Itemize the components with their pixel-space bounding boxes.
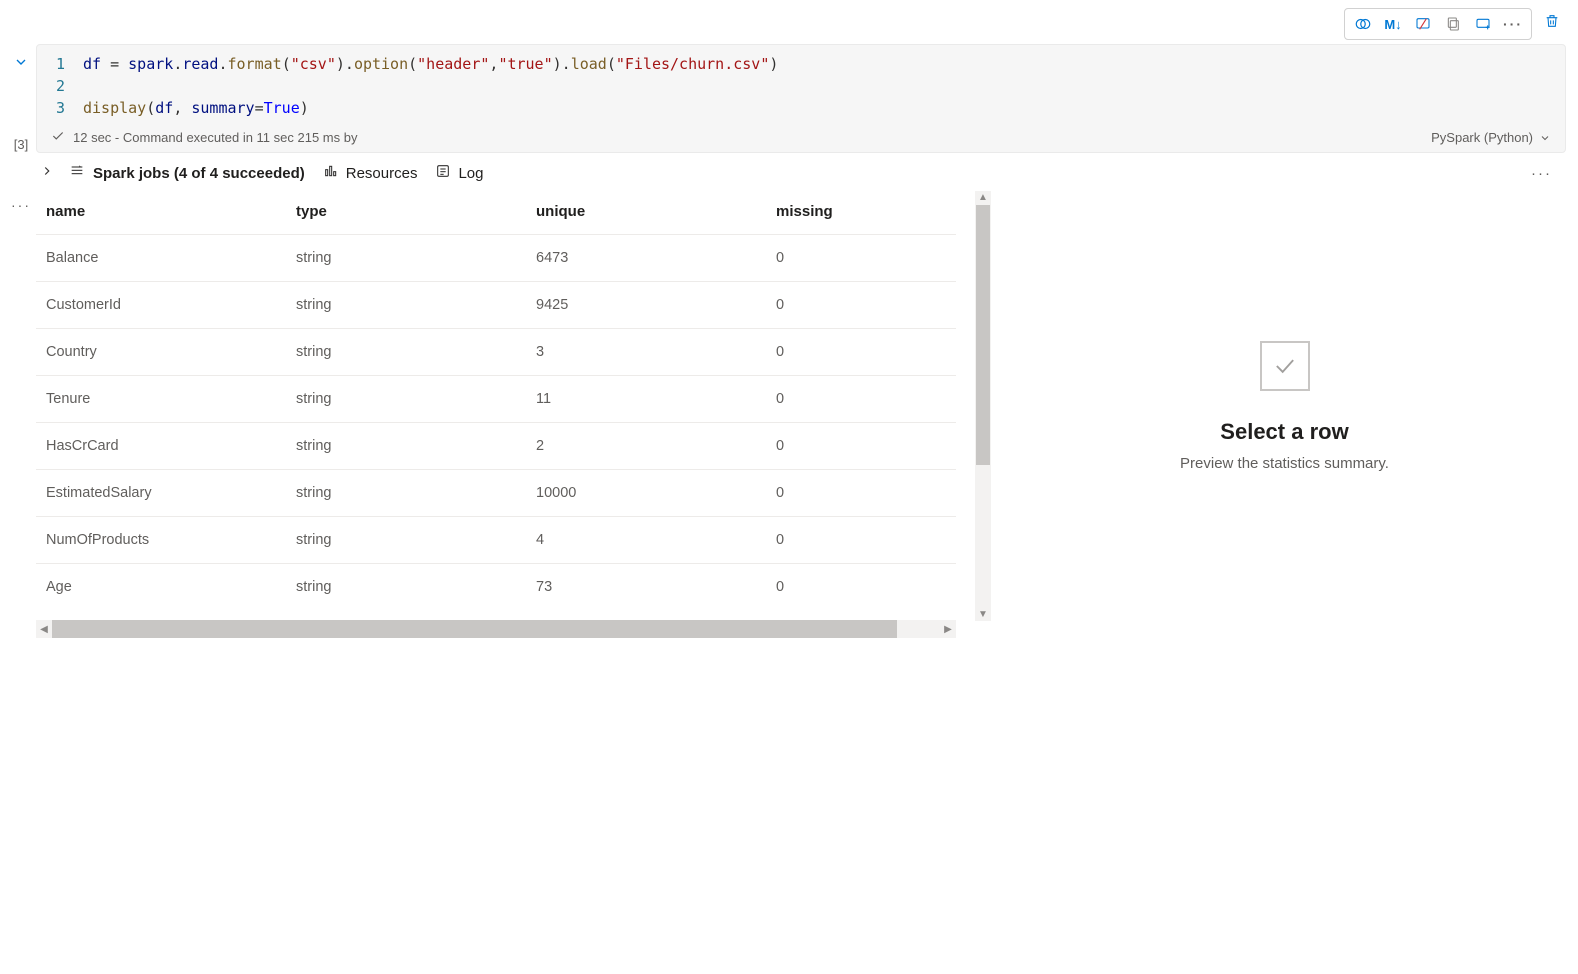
resources-icon: [323, 163, 339, 183]
preview-title: Select a row: [1220, 419, 1348, 445]
cell-unique: 2: [526, 423, 766, 470]
preview-placeholder-icon: [1260, 341, 1310, 391]
preview-subtitle: Preview the statistics summary.: [1180, 455, 1389, 472]
spark-jobs-tab[interactable]: Spark jobs (4 of 4 succeeded): [68, 163, 305, 183]
output-tabs-row: Spark jobs (4 of 4 succeeded) Resources …: [0, 153, 1578, 191]
log-icon: [435, 163, 451, 183]
table-row[interactable]: NumOfProductsstring40: [36, 517, 956, 564]
more-actions-button[interactable]: ···: [1499, 11, 1527, 37]
cell-type: string: [286, 235, 526, 282]
cell-name: Balance: [36, 235, 286, 282]
table-row[interactable]: EstimatedSalarystring100000: [36, 470, 956, 517]
cell-type: string: [286, 282, 526, 329]
clear-output-button[interactable]: [1409, 11, 1437, 37]
spark-jobs-icon: [68, 163, 86, 183]
output-body: ··· name type unique missing Balancestri…: [0, 191, 1578, 638]
cell-type: string: [286, 376, 526, 423]
resources-tab[interactable]: Resources: [323, 163, 418, 183]
cell-name: EstimatedSalary: [36, 470, 286, 517]
copy-cell-button[interactable]: [1439, 11, 1467, 37]
execution-status-text: 12 sec - Command executed in 11 sec 215 …: [73, 130, 357, 145]
table-row[interactable]: Countrystring30: [36, 329, 956, 376]
header-type[interactable]: type: [286, 191, 526, 235]
cell-toolbar: M↓ ···: [0, 0, 1578, 40]
cell-missing: 0: [766, 564, 956, 611]
vscroll-thumb[interactable]: [976, 205, 990, 465]
output-side-menu[interactable]: ···: [6, 191, 36, 638]
cell-unique: 3: [526, 329, 766, 376]
code-editor[interactable]: 1df = spark.read.format("csv").option("h…: [36, 44, 1566, 153]
table-row[interactable]: Tenurestring110: [36, 376, 956, 423]
cell-missing: 0: [766, 423, 956, 470]
table-row[interactable]: CustomerIdstring94250: [36, 282, 956, 329]
kernel-selector[interactable]: PySpark (Python): [1431, 130, 1551, 145]
vertical-scrollbar[interactable]: ▲ ▼: [975, 191, 991, 621]
code-cell: [3] 1df = spark.read.format("csv").optio…: [0, 40, 1578, 153]
cell-missing: 0: [766, 282, 956, 329]
output-more-button[interactable]: ···: [1531, 165, 1552, 182]
scroll-right-arrow[interactable]: ▶: [940, 624, 956, 635]
execution-count: [3]: [14, 137, 28, 152]
kernel-label: PySpark (Python): [1431, 130, 1533, 145]
cell-missing: 0: [766, 235, 956, 282]
delete-cell-button[interactable]: [1538, 8, 1566, 34]
spark-jobs-label: Spark jobs: [93, 165, 174, 182]
scroll-up-arrow[interactable]: ▲: [978, 191, 988, 204]
spark-jobs-count: (4 of 4 succeeded): [174, 165, 305, 182]
cell-unique: 10000: [526, 470, 766, 517]
hscroll-thumb[interactable]: [52, 620, 897, 638]
resources-label: Resources: [346, 165, 418, 182]
cell-unique: 9425: [526, 282, 766, 329]
cell-missing: 0: [766, 376, 956, 423]
cell-name: Tenure: [36, 376, 286, 423]
expand-output-button[interactable]: [40, 164, 54, 182]
cell-type: string: [286, 423, 526, 470]
table-row[interactable]: Balancestring64730: [36, 235, 956, 282]
add-cell-below-button[interactable]: [1469, 11, 1497, 37]
collapse-cell-button[interactable]: [13, 54, 29, 73]
preview-panel: Select a row Preview the statistics summ…: [991, 191, 1578, 638]
table-row[interactable]: HasCrCardstring20: [36, 423, 956, 470]
log-tab[interactable]: Log: [435, 163, 483, 183]
cell-unique: 11: [526, 376, 766, 423]
convert-markdown-button[interactable]: M↓: [1379, 11, 1407, 37]
cell-missing: 0: [766, 517, 956, 564]
log-label: Log: [458, 165, 483, 182]
table-row[interactable]: Agestring730: [36, 564, 956, 611]
cell-unique: 6473: [526, 235, 766, 282]
cell-name: CustomerId: [36, 282, 286, 329]
header-name[interactable]: name: [36, 191, 286, 235]
cell-type: string: [286, 470, 526, 517]
scroll-left-arrow[interactable]: ◀: [36, 624, 52, 635]
cell-name: NumOfProducts: [36, 517, 286, 564]
scroll-down-arrow[interactable]: ▼: [978, 608, 988, 621]
code-content[interactable]: 1df = spark.read.format("csv").option("h…: [37, 49, 1565, 125]
cell-type: string: [286, 329, 526, 376]
cell-type: string: [286, 517, 526, 564]
header-missing[interactable]: missing: [766, 191, 956, 235]
header-unique[interactable]: unique: [526, 191, 766, 235]
success-check-icon: [51, 129, 65, 146]
cell-missing: 0: [766, 329, 956, 376]
cell-gutter: [3]: [6, 44, 36, 153]
cell-toolbar-group: M↓ ···: [1344, 8, 1532, 40]
cell-missing: 0: [766, 470, 956, 517]
summary-table-panel: name type unique missing Balancestring64…: [36, 191, 991, 638]
horizontal-scrollbar[interactable]: ◀ ▶: [36, 620, 956, 638]
cell-unique: 4: [526, 517, 766, 564]
copilot-icon[interactable]: [1349, 11, 1377, 37]
summary-table: name type unique missing Balancestring64…: [36, 191, 956, 610]
execution-status-row: 12 sec - Command executed in 11 sec 215 …: [37, 125, 1565, 152]
cell-unique: 73: [526, 564, 766, 611]
chevron-down-icon: [1539, 132, 1551, 144]
cell-name: Age: [36, 564, 286, 611]
cell-name: Country: [36, 329, 286, 376]
cell-type: string: [286, 564, 526, 611]
cell-name: HasCrCard: [36, 423, 286, 470]
table-header-row: name type unique missing: [36, 191, 956, 235]
